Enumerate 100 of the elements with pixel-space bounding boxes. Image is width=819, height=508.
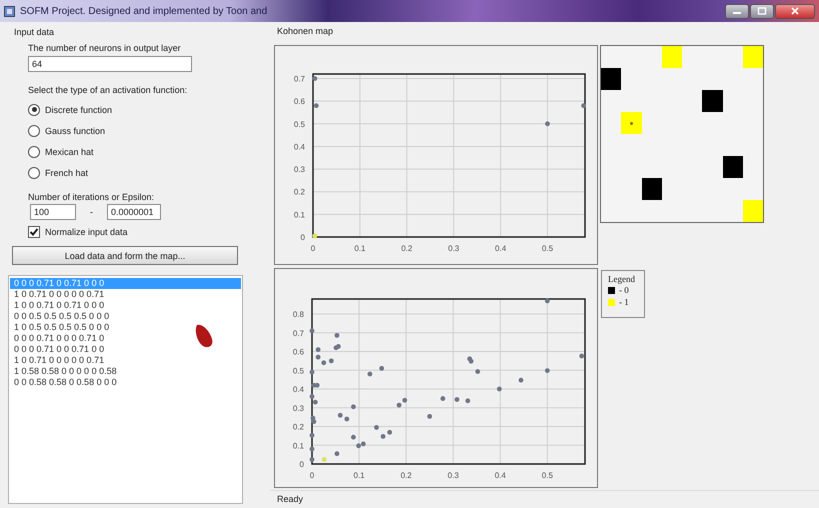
data-point	[334, 332, 340, 338]
epsilon-field[interactable]: 0.0000001	[107, 204, 161, 220]
tick-label: 0.2	[400, 471, 412, 480]
legend-label: - 0	[619, 285, 629, 295]
list-item[interactable]: 0 0 0.5 0.5 0.5 0.5 0 0 0	[10, 311, 241, 322]
load-button[interactable]: Load data and form the map...	[12, 246, 238, 265]
data-point	[374, 425, 379, 430]
status-text: Ready	[277, 494, 304, 504]
tick-label: 0.6	[292, 348, 304, 356]
list-item[interactable]: 1 0 0.71 0 0 0 0 0 0.71	[10, 289, 241, 300]
radio-button[interactable]	[28, 104, 40, 116]
maximize-icon	[757, 7, 767, 15]
tick-label: 0.5	[294, 120, 305, 129]
radio-button[interactable]	[28, 166, 40, 178]
data-point	[322, 457, 327, 462]
tick-label: 0.5	[292, 366, 304, 376]
data-point	[475, 369, 480, 374]
section-title: Kohonen map	[277, 26, 334, 36]
tick-label: 0	[300, 460, 304, 469]
list-item[interactable]: 1 0 0.5 0.5 0.5 0.5 0 0 0	[10, 322, 241, 333]
tick-label: 0.3	[292, 404, 304, 413]
app-icon	[4, 6, 15, 16]
close-button[interactable]	[775, 4, 815, 18]
tick-label: 0.1	[354, 244, 366, 253]
radio-label[interactable]: French hat	[45, 168, 88, 178]
checkbox[interactable]	[28, 226, 40, 238]
tick-label: 0	[300, 233, 305, 242]
radio-label[interactable]: Gauss function	[45, 126, 106, 136]
data-point	[310, 370, 314, 375]
neuron-square	[642, 178, 662, 200]
tick-label: 0.5	[542, 471, 553, 480]
tick-label: 0.1	[354, 471, 365, 480]
data-point	[328, 358, 334, 364]
tick-label: 0.1	[292, 441, 304, 450]
data-point	[379, 366, 384, 371]
pointer-icon	[193, 322, 215, 350]
tick-label: 0.7	[294, 74, 305, 84]
data-point	[310, 328, 314, 334]
neurons-field[interactable]: 64	[28, 56, 192, 72]
legend-label: - 1	[619, 297, 629, 307]
tick-label: 0.2	[401, 244, 412, 253]
separator-text: -	[90, 207, 93, 217]
list-item[interactable]: 0 0 0.58 0.58 0 0.58 0 0 0	[10, 377, 241, 388]
data-point	[310, 446, 314, 452]
checkbox-label[interactable]: Normalize input data	[45, 227, 128, 237]
data-point	[544, 298, 550, 304]
data-point	[312, 233, 318, 238]
data-point	[427, 414, 432, 419]
close-icon	[790, 7, 800, 15]
radio-label[interactable]: Discrete function	[45, 104, 112, 114]
tick-label: 0.7	[292, 328, 304, 338]
iterations-field[interactable]: 100	[30, 204, 76, 220]
maximize-button[interactable]	[750, 4, 774, 18]
neuron-square	[742, 46, 763, 68]
minimize-button[interactable]	[725, 4, 749, 18]
neuron-square	[601, 68, 622, 90]
tick-label: 0.4	[294, 142, 305, 152]
list-item[interactable]: 0 0 0 0.71 0 0 0 0.71 0	[10, 333, 241, 344]
tick-label: 0	[310, 244, 316, 253]
tick-label: 0.4	[495, 244, 506, 253]
data-point	[387, 430, 392, 435]
data-point	[310, 457, 314, 462]
list-item[interactable]: 1 0.58 0.58 0 0 0 0 0 0.58	[10, 366, 241, 377]
radio-button[interactable]	[28, 124, 40, 136]
data-point	[454, 397, 460, 402]
list-item[interactable]: 1 0 0 0.71 0 0.71 0 0 0	[10, 300, 241, 311]
data-point	[544, 368, 550, 374]
window-title: SOFM Project. Designed and implemented by Toon and	[20, 6, 268, 16]
neuron-square	[742, 200, 763, 222]
tick-label: 0.2	[292, 422, 304, 432]
field-label: Number of iterations or Epsilon:	[28, 192, 154, 202]
data-point	[368, 372, 372, 376]
tick-label: 0.3	[448, 244, 460, 253]
tick-label: 0.4	[494, 471, 506, 480]
neuron-square	[702, 90, 722, 112]
tick-label: 0.3	[448, 471, 459, 480]
data-point	[316, 347, 321, 352]
data-point	[581, 103, 586, 108]
data-point	[351, 434, 356, 440]
data-point	[314, 103, 319, 108]
neuron-square	[662, 46, 682, 68]
neuron-square	[621, 112, 642, 134]
data-point	[465, 398, 470, 404]
field-label: Select the type of an activation function:	[28, 85, 188, 95]
radio-label[interactable]: Mexican hat	[45, 146, 94, 156]
tick-label: 0.2	[294, 188, 305, 197]
tick-label: 0.4	[292, 385, 304, 394]
tick-label: 0.8	[292, 310, 304, 319]
data-point	[518, 378, 524, 383]
data-point	[334, 451, 340, 456]
tick-label: 0.5	[542, 244, 554, 253]
list-item[interactable]: 0 0 0 0.71 0 0 0.71 0 0	[10, 344, 241, 355]
legend-title: Legend	[608, 274, 636, 284]
tick-label: 0.6	[294, 97, 305, 106]
data-point	[440, 396, 446, 401]
list-item[interactable]: 1 0 0.71 0 0 0 0 0 0.71	[10, 355, 241, 366]
data-point	[380, 434, 386, 439]
radio-button[interactable]	[28, 146, 40, 158]
data-point	[496, 386, 502, 392]
data-point	[545, 121, 550, 126]
